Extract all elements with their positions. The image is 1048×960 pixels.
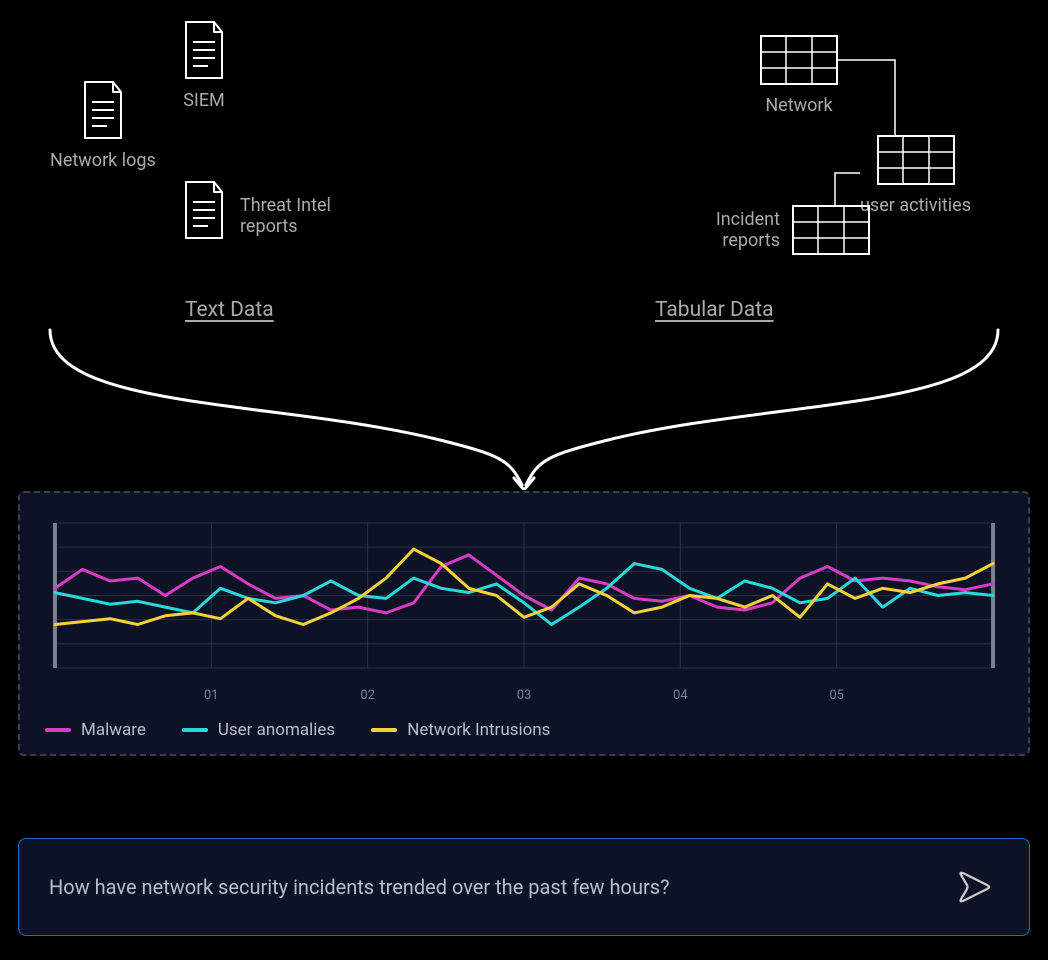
- legend-item: User anomalies: [182, 720, 335, 740]
- table-icon: [792, 205, 870, 255]
- legend-label: Network Intrusions: [407, 720, 550, 740]
- source-label: user activities: [860, 195, 971, 216]
- source-label: SIEM: [180, 90, 228, 111]
- x-tick-label: 04: [673, 688, 688, 703]
- legend-label: Malware: [81, 720, 146, 740]
- source-label: Network: [760, 95, 838, 116]
- source-network-logs: Network logs: [50, 80, 156, 171]
- line-chart: [45, 513, 1003, 688]
- prompt-text: How have network security incidents tren…: [49, 875, 670, 899]
- chart-area: [45, 513, 1003, 688]
- text-data-title: Text Data: [185, 298, 274, 322]
- legend-label: User anomalies: [218, 720, 335, 740]
- legend-item: Malware: [45, 720, 146, 740]
- send-icon: [955, 867, 995, 907]
- x-tick-label: 03: [517, 688, 532, 703]
- legend-swatch: [182, 728, 208, 732]
- legend-item: Network Intrusions: [371, 720, 550, 740]
- x-tick-label: 05: [829, 688, 844, 703]
- source-label: Network logs: [50, 150, 156, 171]
- document-icon: [180, 180, 228, 240]
- chart-panel: 01 02 03 04 05 Malware User anomalies Network …: [18, 491, 1030, 756]
- source-siem: SIEM: [180, 20, 228, 111]
- chart-legend: Malware User anomalies Network Intrusions: [45, 720, 1003, 740]
- source-incident-reports: Incident reports: [700, 205, 870, 255]
- tabular-data-title: Tabular Data: [655, 298, 774, 322]
- x-axis-labels: 01 02 03 04 05: [45, 688, 1003, 708]
- legend-swatch: [45, 728, 71, 732]
- table-icon: [877, 135, 955, 185]
- source-label: Threat Intel reports: [240, 195, 350, 237]
- source-label: Incident reports: [700, 209, 780, 251]
- legend-swatch: [371, 728, 397, 732]
- source-network-table: Network: [760, 35, 838, 116]
- source-threat-intel: Threat Intel reports: [180, 180, 350, 240]
- data-sources-section: Network logs SIEM Threat Intel reports T: [0, 0, 1048, 320]
- x-tick-label: 01: [204, 688, 219, 703]
- source-user-activities: user activities: [860, 135, 971, 216]
- x-tick-label: 02: [360, 688, 375, 703]
- document-icon: [180, 20, 228, 80]
- prompt-input-box[interactable]: How have network security incidents tren…: [18, 838, 1030, 936]
- converge-brace: [0, 320, 1048, 490]
- table-icon: [760, 35, 838, 85]
- document-icon: [79, 80, 127, 140]
- send-button[interactable]: [951, 863, 999, 911]
